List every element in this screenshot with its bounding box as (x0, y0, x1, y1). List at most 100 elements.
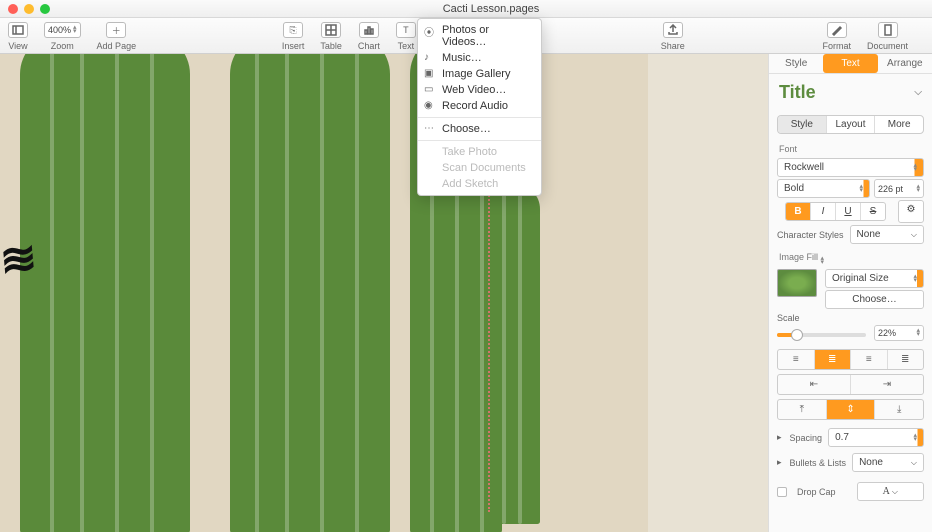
text-selection-indicator (488, 192, 496, 512)
chevron-down-icon: ⌵ (892, 487, 898, 497)
horizontal-align: ≡ ≣ ≡ ≣ (777, 349, 924, 370)
align-top-button[interactable]: ⤒ (778, 400, 827, 419)
zoom-value: 400% (48, 25, 71, 35)
text-button[interactable]: T Text (396, 20, 416, 51)
window-titlebar: Cacti Lesson.pages (0, 0, 932, 18)
zoom-window-button[interactable] (40, 4, 50, 14)
dropcap-checkbox[interactable] (777, 487, 787, 497)
format-button[interactable]: Format (822, 20, 851, 51)
chart-button[interactable]: Chart (358, 20, 380, 51)
chevron-down-icon: ⌵ (911, 230, 917, 240)
fill-mode-value: Original Size (832, 273, 889, 284)
window-controls (0, 4, 50, 14)
chevron-down-icon: ⌵ (911, 458, 917, 468)
media-menu: ⦿Photos or Videos… ♪Music… ▣Image Galler… (417, 18, 542, 196)
menu-web-video[interactable]: ▭Web Video… (418, 82, 541, 98)
menu-choose[interactable]: ⋯Choose… (418, 121, 541, 137)
choose-fill-button[interactable]: Choose… (825, 290, 924, 309)
align-middle-button[interactable]: ⇕ (827, 400, 876, 419)
document-canvas[interactable]: ≋ (0, 54, 768, 532)
font-section-label: Font (769, 138, 932, 156)
menu-image-gallery[interactable]: ▣Image Gallery (418, 66, 541, 82)
fill-thumbnail[interactable] (777, 269, 817, 297)
minimize-window-button[interactable] (24, 4, 34, 14)
stepper-icon: ▴▾ (859, 185, 863, 193)
choose-label: Choose… (852, 294, 896, 305)
gear-icon: ⚙︎ (907, 204, 916, 215)
spacing-select[interactable]: 0.7 ▴▾ (828, 428, 924, 447)
strikethrough-button[interactable]: S (861, 203, 885, 220)
text-subtabs: Style Layout More (777, 115, 924, 134)
bullets-label: Bullets & Lists (790, 458, 847, 468)
tab-style[interactable]: Style (769, 54, 823, 73)
menu-record-audio[interactable]: ◉Record Audio (418, 98, 541, 114)
scale-stepper[interactable]: 22% ▴▾ (874, 325, 924, 341)
tab-text[interactable]: Text (823, 54, 877, 73)
fill-mode-select[interactable]: Original Size ▴▾ (825, 269, 924, 288)
subtab-more[interactable]: More (875, 116, 923, 133)
font-family-value: Rockwell (784, 162, 824, 173)
bullets-value: None (859, 457, 883, 468)
italic-button[interactable]: I (811, 203, 836, 220)
disclosure-icon[interactable]: ▸ (777, 432, 782, 443)
align-center-button[interactable]: ≣ (815, 350, 852, 369)
stepper-icon: ▴▾ (916, 185, 920, 193)
underline-button[interactable]: U (836, 203, 861, 220)
menu-separator (418, 117, 541, 118)
advanced-options-button[interactable]: ⚙︎ (898, 200, 924, 223)
font-size-value: 226 pt (878, 184, 903, 194)
menu-photos-videos[interactable]: ⦿Photos or Videos… (418, 22, 541, 50)
image-fill-label: Image Fill ▴▾ (769, 246, 932, 267)
indent-button[interactable]: ⇥ (851, 375, 923, 394)
close-window-button[interactable] (8, 4, 18, 14)
share-button[interactable]: Share (661, 20, 685, 51)
menu-take-photo: Take Photo (418, 144, 541, 160)
add-page-label: Add Page (97, 41, 137, 51)
zoom-control[interactable]: 400%▴▾ Zoom (44, 20, 81, 51)
table-button[interactable]: Table (320, 20, 342, 51)
tab-arrange[interactable]: Arrange (878, 54, 932, 73)
view-label: View (8, 41, 27, 51)
dropcap-label: Drop Cap (797, 487, 851, 497)
subtab-layout[interactable]: Layout (827, 116, 876, 133)
document-title: Cacti Lesson.pages (50, 3, 932, 15)
disclosure-icon[interactable]: ▸ (777, 457, 782, 468)
stepper-icon: ▴▾ (916, 329, 920, 337)
spacing-label: Spacing (790, 433, 823, 443)
font-size-stepper[interactable]: 226 pt ▴▾ (874, 179, 924, 198)
stepper-icon: ▴▾ (913, 434, 917, 442)
align-right-button[interactable]: ≡ (851, 350, 888, 369)
menu-scan-documents: Scan Documents (418, 160, 541, 176)
page-margin (648, 54, 768, 532)
scale-value: 22% (878, 328, 896, 338)
bold-button[interactable]: B (786, 203, 811, 220)
subtab-style[interactable]: Style (778, 116, 827, 133)
character-styles-select[interactable]: None ⌵ (850, 225, 924, 244)
inspector-tabs: Style Text Arrange (769, 54, 932, 74)
chart-label: Chart (358, 41, 380, 51)
font-weight-select[interactable]: Bold ▴▾ (777, 179, 870, 198)
ink-scribble: ≋ (0, 232, 39, 286)
text-label: Text (398, 41, 415, 51)
font-weight-value: Bold (784, 183, 804, 194)
outdent-button[interactable]: ⇤ (778, 375, 851, 394)
insert-button[interactable]: ⎘ Insert (282, 20, 305, 51)
view-button[interactable]: View (8, 20, 28, 51)
bullets-select[interactable]: None ⌵ (852, 453, 924, 472)
share-label: Share (661, 41, 685, 51)
scale-slider[interactable] (777, 333, 866, 337)
font-family-select[interactable]: Rockwell ▴▾ (777, 158, 924, 177)
align-left-button[interactable]: ≡ (778, 350, 815, 369)
align-bottom-button[interactable]: ⤓ (875, 400, 923, 419)
chevron-down-icon: ⌵ (914, 87, 922, 98)
dropcap-style-select[interactable]: A ⌵ (857, 482, 925, 501)
document-label: Document (867, 41, 908, 51)
menu-music[interactable]: ♪Music… (418, 50, 541, 66)
character-styles-value: None (857, 229, 881, 240)
menu-add-sketch: Add Sketch (418, 176, 541, 192)
document-button[interactable]: Document (867, 20, 908, 51)
align-justify-button[interactable]: ≣ (888, 350, 924, 369)
menu-separator (418, 140, 541, 141)
paragraph-style-picker[interactable]: Title ⌵ (769, 74, 932, 111)
add-page-button[interactable]: ＋ Add Page (97, 20, 137, 51)
